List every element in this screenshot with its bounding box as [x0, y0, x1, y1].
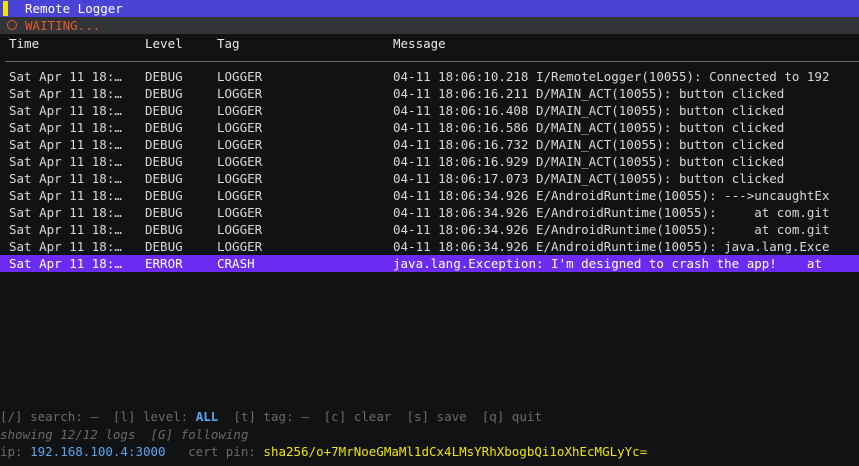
cert-pin-label: cert pin:	[165, 444, 264, 459]
log-tag-cell: LOGGER	[217, 154, 263, 169]
header-divider	[5, 61, 859, 62]
log-message-cell: 04-11 18:06:34.926 E/AndroidRuntime(1005…	[393, 188, 830, 203]
log-level-cell: DEBUG	[145, 222, 183, 237]
log-time-cell: Sat Apr 11 18:…	[9, 171, 122, 186]
status-circle-icon	[7, 20, 17, 30]
log-level-cell: DEBUG	[145, 103, 183, 118]
log-level-cell: DEBUG	[145, 205, 183, 220]
log-level-cell: ERROR	[145, 256, 183, 271]
search-value: —	[90, 409, 98, 424]
log-message-cell: 04-11 18:06:34.926 E/AndroidRuntime(1005…	[393, 239, 830, 254]
log-message-cell: 04-11 18:06:16.211 D/MAIN_ACT(10055): bu…	[393, 86, 785, 101]
log-message-cell: 04-11 18:06:17.073 D/MAIN_ACT(10055): bu…	[393, 171, 785, 186]
log-table-body[interactable]: Sat Apr 11 18:… DEBUG LOGGER 04-11 18:06:10…	[0, 68, 859, 272]
log-time-cell: Sat Apr 11 18:…	[9, 222, 122, 237]
column-header-time[interactable]: Time	[9, 35, 137, 52]
log-message-cell: 04-11 18:06:16.732 D/MAIN_ACT(10055): bu…	[393, 137, 785, 152]
log-time-cell: Sat Apr 11 18:…	[9, 239, 122, 254]
log-level-cell: DEBUG	[145, 86, 183, 101]
log-tag-cell: LOGGER	[217, 69, 263, 84]
level-key[interactable]: [l] level:	[98, 409, 196, 424]
cert-pin-value: sha256/o+7MrNoeGMaMl1dCx4LMsYRhXbogbQi1o…	[263, 444, 648, 459]
clear-key[interactable]: [c] clear	[309, 409, 392, 424]
title-accent-marker	[3, 1, 8, 16]
ip-address: 192.168.100.4:3000	[30, 444, 166, 459]
log-row[interactable]: Sat Apr 11 18:… DEBUG LOGGER 04-11 18:06:16…	[0, 85, 859, 102]
log-time-cell: Sat Apr 11 18:…	[9, 188, 122, 203]
log-time-cell: Sat Apr 11 18:…	[9, 120, 122, 135]
level-filter-value: ALL	[195, 409, 219, 424]
ip-label: ip:	[0, 444, 31, 459]
log-level-cell: DEBUG	[145, 69, 183, 84]
log-row[interactable]: Sat Apr 11 18:… DEBUG LOGGER 04-11 18:06:34…	[0, 204, 859, 221]
quit-key[interactable]: [q] quit	[467, 409, 542, 424]
log-tag-cell: LOGGER	[217, 171, 263, 186]
title-bar: Remote Logger	[0, 0, 859, 17]
log-level-cell: DEBUG	[145, 239, 183, 254]
save-key[interactable]: [s] save	[391, 409, 466, 424]
log-tag-cell: LOGGER	[217, 86, 263, 101]
log-level-cell: DEBUG	[145, 137, 183, 152]
log-row[interactable]: Sat Apr 11 18:… DEBUG LOGGER 04-11 18:06:10…	[0, 68, 859, 85]
connection-info: ip: 192.168.100.4:3000 cert pin: sha256/…	[0, 443, 859, 460]
log-message-cell: 04-11 18:06:16.586 D/MAIN_ACT(10055): bu…	[393, 120, 785, 135]
log-time-cell: Sat Apr 11 18:…	[9, 256, 122, 271]
log-tag-cell: LOGGER	[217, 222, 263, 237]
log-time-cell: Sat Apr 11 18:…	[9, 69, 122, 84]
log-tag-cell: LOGGER	[217, 103, 263, 118]
log-message-cell: 04-11 18:06:16.929 D/MAIN_ACT(10055): bu…	[393, 154, 785, 169]
log-message-cell: 04-11 18:06:34.926 E/AndroidRuntime(1005…	[393, 222, 830, 237]
log-message-cell: 04-11 18:06:16.408 D/MAIN_ACT(10055): bu…	[393, 103, 785, 118]
log-row[interactable]: Sat Apr 11 18:… DEBUG LOGGER 04-11 18:06:16…	[0, 153, 859, 170]
log-tag-cell: LOGGER	[217, 120, 263, 135]
log-row[interactable]: Sat Apr 11 18:… DEBUG LOGGER 04-11 18:06:34…	[0, 238, 859, 255]
log-time-cell: Sat Apr 11 18:…	[9, 86, 122, 101]
log-tag-cell: LOGGER	[217, 239, 263, 254]
log-tag-cell: CRASH	[217, 256, 255, 271]
app-title: Remote Logger	[25, 1, 123, 16]
connection-status-bar: WAITING...	[0, 17, 859, 34]
tag-value: —	[301, 409, 309, 424]
table-header: Time Level Tag Message	[0, 35, 859, 52]
tag-key[interactable]: [t] tag:	[218, 409, 301, 424]
log-level-cell: DEBUG	[145, 188, 183, 203]
column-header-tag[interactable]: Tag	[217, 35, 387, 52]
log-row[interactable]: Sat Apr 11 18:… DEBUG LOGGER 04-11 18:06:16…	[0, 102, 859, 119]
log-message-cell: 04-11 18:06:34.926 E/AndroidRuntime(1005…	[393, 205, 830, 220]
log-tag-cell: LOGGER	[217, 137, 263, 152]
log-time-cell: Sat Apr 11 18:…	[9, 103, 122, 118]
column-header-level[interactable]: Level	[145, 35, 211, 52]
log-count-status: showing 12/12 logs [G] following	[0, 427, 249, 442]
log-tag-cell: LOGGER	[217, 205, 263, 220]
log-message-cell: 04-11 18:06:10.218 I/RemoteLogger(10055)…	[393, 69, 830, 84]
log-level-cell: DEBUG	[145, 154, 183, 169]
log-time-cell: Sat Apr 11 18:…	[9, 137, 122, 152]
search-key[interactable]: [/] search:	[0, 409, 90, 424]
connection-status-text: WAITING...	[25, 18, 101, 33]
log-row[interactable]: Sat Apr 11 18:… DEBUG LOGGER 04-11 18:06:34…	[0, 187, 859, 204]
column-header-message[interactable]: Message	[393, 35, 859, 52]
log-time-cell: Sat Apr 11 18:…	[9, 154, 122, 169]
log-row-selected[interactable]: Sat Apr 11 18:… ERROR CRASH java.lang.Excep…	[0, 255, 859, 272]
log-level-cell: DEBUG	[145, 171, 183, 186]
log-row[interactable]: Sat Apr 11 18:… DEBUG LOGGER 04-11 18:06:34…	[0, 221, 859, 238]
log-row[interactable]: Sat Apr 11 18:… DEBUG LOGGER 04-11 18:06:16…	[0, 119, 859, 136]
log-row[interactable]: Sat Apr 11 18:… DEBUG LOGGER 04-11 18:06:17…	[0, 170, 859, 187]
log-level-cell: DEBUG	[145, 120, 183, 135]
keybinding-help: [/] search: — [l] level: ALL [t] tag: — …	[0, 408, 859, 425]
log-message-cell: java.lang.Exception: I'm designed to cra…	[393, 256, 822, 271]
log-time-cell: Sat Apr 11 18:…	[9, 205, 122, 220]
log-row[interactable]: Sat Apr 11 18:… DEBUG LOGGER 04-11 18:06:16…	[0, 136, 859, 153]
log-tag-cell: LOGGER	[217, 188, 263, 203]
